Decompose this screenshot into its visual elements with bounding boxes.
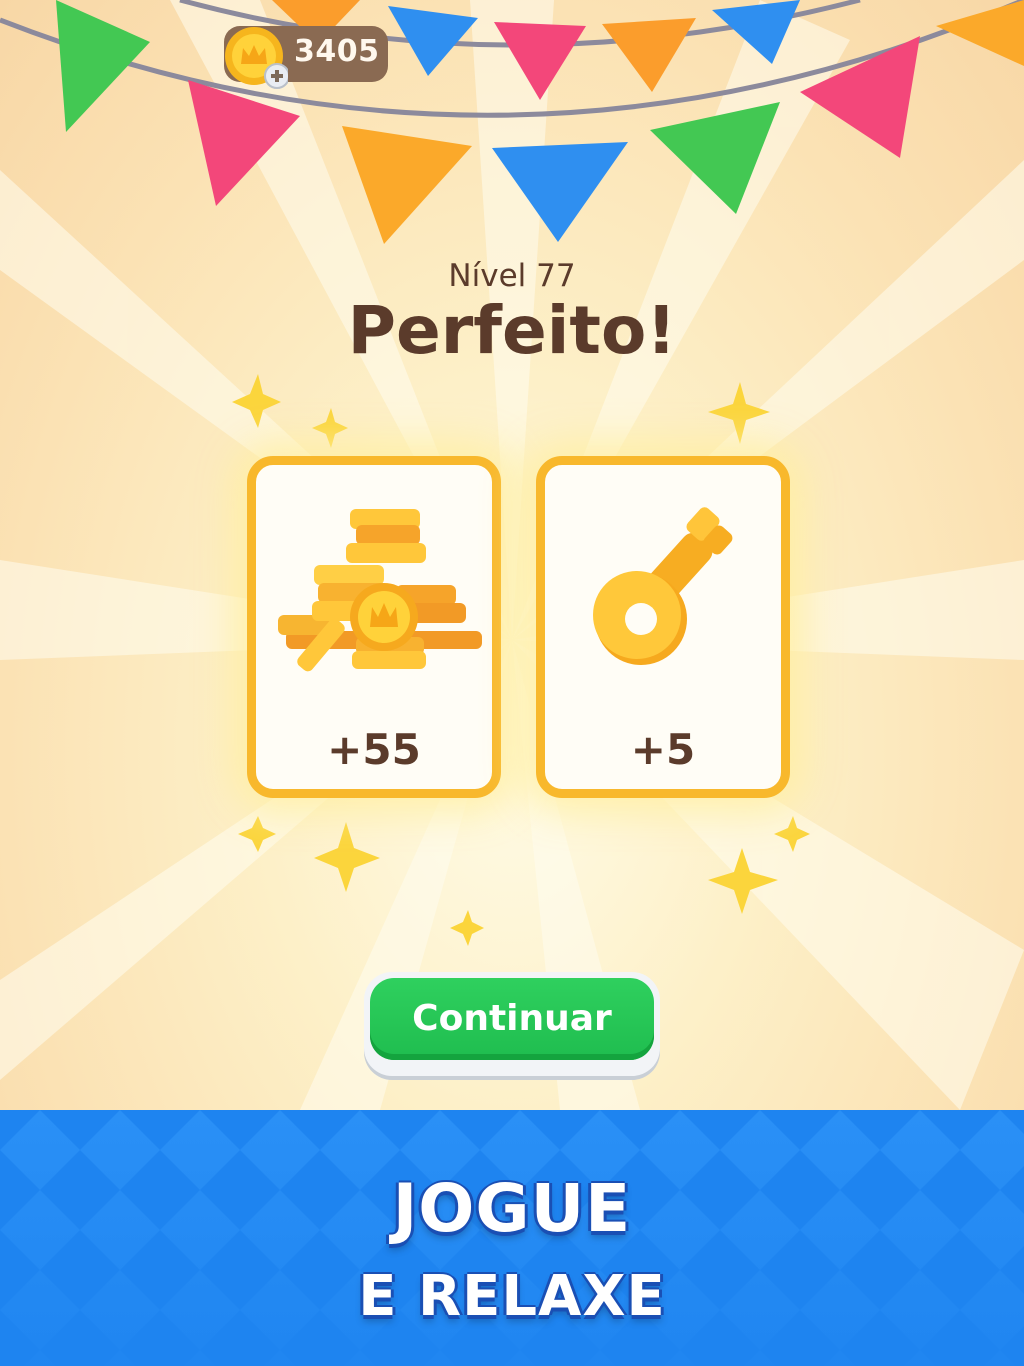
star-icon <box>312 408 348 448</box>
level-complete-screen: 3405 Nível 77 Perfeito! +55 +5 Continuar <box>0 0 1024 1110</box>
banner-headline: JOGUE <box>392 1170 632 1247</box>
star-icon <box>450 910 484 946</box>
banner-subheadline: E RELAXE <box>358 1264 666 1329</box>
star-icon <box>314 822 380 892</box>
reward-amount-keys: +5 <box>630 725 696 774</box>
star-icon <box>708 382 770 444</box>
reward-amount-coins: +55 <box>327 725 421 774</box>
star-icon <box>708 848 778 914</box>
star-icon <box>238 816 276 852</box>
promo-banner: JOGUE E RELAXE <box>0 1110 1024 1366</box>
decorative-stars <box>232 374 810 946</box>
reward-card-coins: +55 <box>247 456 501 798</box>
key-icon <box>593 507 733 665</box>
star-icon <box>232 374 281 428</box>
reward-card-keys: +5 <box>536 456 790 798</box>
coin-pile-icon <box>278 509 482 672</box>
continue-button-label: Continuar <box>412 998 612 1039</box>
continue-button[interactable]: Continuar <box>364 972 660 1076</box>
star-icon <box>774 816 810 852</box>
continue-button-face[interactable]: Continuar <box>370 978 654 1060</box>
